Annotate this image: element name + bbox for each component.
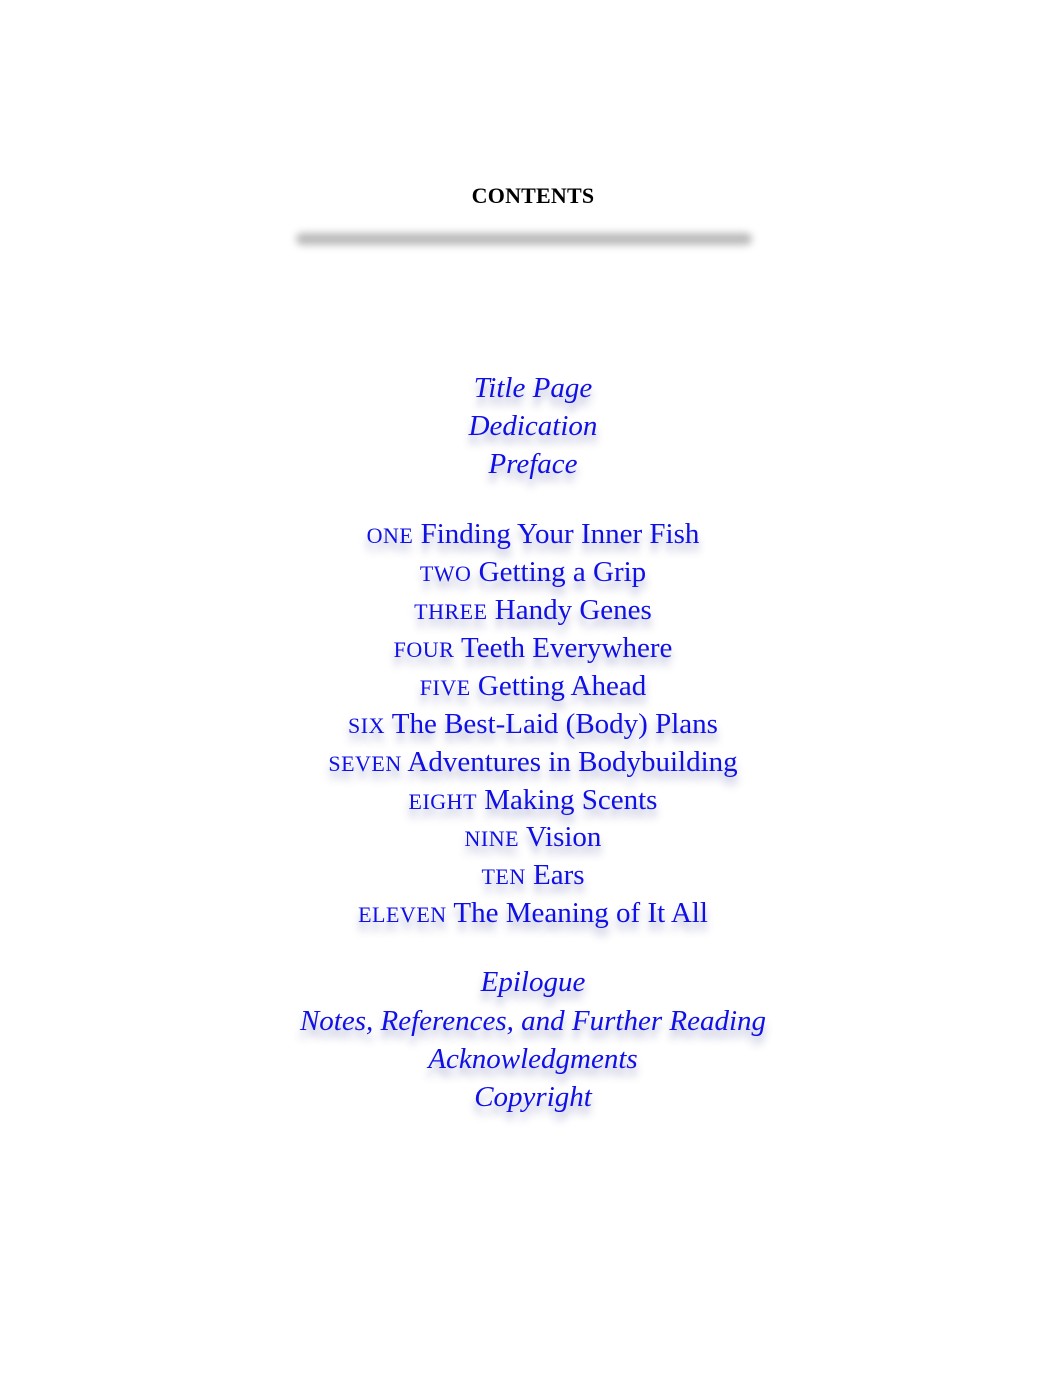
chapter-title: Teeth Everywhere [461,632,673,664]
toc-chapter-item: NINE Vision [0,820,1062,856]
toc-back-item: Notes, References, and Further Reading [0,1004,1062,1038]
toc-chapter-item: TEN Ears [0,858,1062,894]
toc-chapter-item: SIX The Best-Laid (Body) Plans [0,707,1062,743]
chapter-number: FIVE [419,675,471,700]
contents-page: CONTENTS Title Page Dedication Preface O… [0,0,1062,1397]
chapter-title: Finding Your Inner Fish [420,518,700,550]
chapter-number: ELEVEN [358,902,447,927]
toc-back-item: Epilogue [0,965,1062,999]
contents-heading: CONTENTS [471,183,595,208]
link-chapter-eight[interactable]: EIGHT Making Scents [409,783,658,819]
chapter-number: TEN [481,864,526,889]
link-notes-references[interactable]: Notes, References, and Further Reading [300,1004,766,1038]
chapter-number: EIGHT [408,789,478,814]
toc-chapter-item: FOUR Teeth Everywhere [0,631,1062,667]
toc-front-item: Title Page [0,371,1062,405]
chapter-number: SIX [348,713,385,738]
link-chapter-three[interactable]: THREE Handy Genes [414,593,652,629]
toc-chapter-item: SEVEN Adventures in Bodybuilding [0,745,1062,781]
chapter-number: TWO [419,561,472,586]
link-chapter-nine[interactable]: NINE Vision [465,820,602,856]
link-epilogue[interactable]: Epilogue [481,965,586,999]
chapter-title: Getting Ahead [477,670,647,702]
toc-front-item: Preface [0,447,1062,481]
toc-chapter-item: TWO Getting a Grip [0,555,1062,591]
link-chapter-seven[interactable]: SEVEN Adventures in Bodybuilding [328,745,737,781]
link-chapter-one[interactable]: ONE Finding Your Inner Fish [367,517,700,553]
chapter-number: THREE [414,599,488,624]
chapter-number: ONE [366,523,414,548]
toc-back-item: Copyright [0,1080,1062,1114]
toc-chapter-item: ELEVEN The Meaning of It All [0,896,1062,932]
link-title-page[interactable]: Title Page [474,371,592,405]
chapter-number: NINE [464,826,520,851]
toc-back-item: Acknowledgments [0,1042,1062,1076]
chapter-title: Ears [532,859,585,891]
link-acknowledgments[interactable]: Acknowledgments [428,1042,637,1076]
chapter-title: Getting a Grip [478,556,647,588]
chapter-title: Adventures in Bodybuilding [407,746,738,778]
link-chapter-two[interactable]: TWO Getting a Grip [420,555,646,591]
toc-chapter-item: THREE Handy Genes [0,593,1062,629]
chapter-title: Vision [525,821,602,853]
chapter-title: Making Scents [484,784,658,816]
toc-chapter-item: ONE Finding Your Inner Fish [0,517,1062,553]
link-chapter-six[interactable]: SIX The Best-Laid (Body) Plans [348,707,718,743]
link-preface[interactable]: Preface [488,447,577,481]
toc-chapter-item: EIGHT Making Scents [0,783,1062,819]
heading-divider [296,233,752,245]
link-chapter-ten[interactable]: TEN Ears [481,858,584,894]
link-chapter-eleven[interactable]: ELEVEN The Meaning of It All [358,896,708,932]
toc-front-item: Dedication [0,409,1062,443]
toc-chapter-item: FIVE Getting Ahead [0,669,1062,705]
link-chapter-five[interactable]: FIVE Getting Ahead [420,669,646,705]
chapter-title: The Meaning of It All [453,897,708,929]
chapter-title: The Best-Laid (Body) Plans [391,708,718,740]
link-dedication[interactable]: Dedication [469,409,598,443]
chapter-title: Handy Genes [494,594,652,626]
link-copyright[interactable]: Copyright [474,1080,592,1114]
link-chapter-four[interactable]: FOUR Teeth Everywhere [394,631,673,667]
chapter-number: SEVEN [328,751,402,776]
chapter-number: FOUR [393,637,455,662]
